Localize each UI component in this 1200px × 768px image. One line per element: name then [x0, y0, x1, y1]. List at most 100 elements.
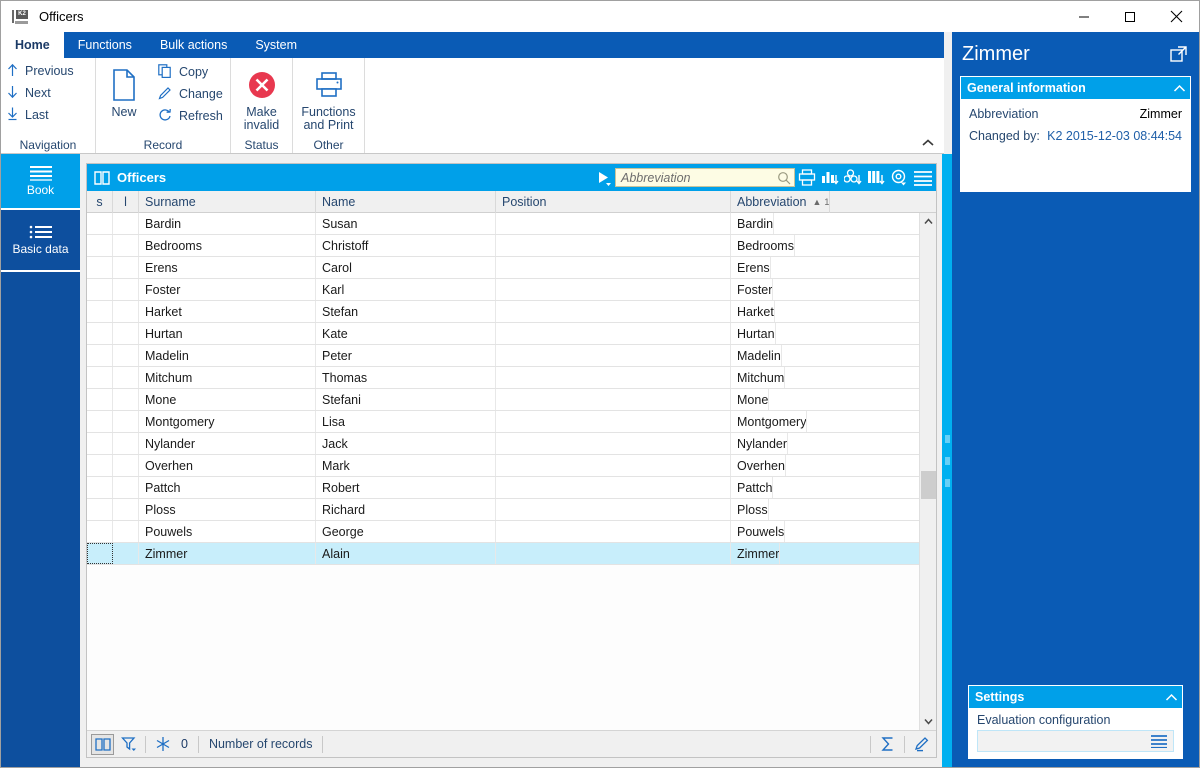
general-information-header[interactable]: General information — [961, 77, 1190, 99]
copy-button[interactable]: Copy — [152, 61, 230, 83]
table-cell-abbreviation[interactable]: Bardin — [731, 213, 775, 234]
menu-icon[interactable] — [910, 164, 936, 191]
settings-gear-icon[interactable] — [887, 164, 910, 191]
grid-vertical-scrollbar[interactable] — [919, 213, 936, 730]
table-cell-s[interactable] — [87, 279, 113, 300]
table-cell-abbreviation[interactable]: Harket — [731, 301, 775, 322]
table-row[interactable]: Madelin Peter Madelin — [87, 345, 919, 367]
pencil-edit-icon[interactable] — [909, 732, 934, 757]
table-cell-l[interactable] — [113, 411, 139, 432]
refresh-button[interactable]: Refresh — [152, 105, 230, 127]
table-cell-l[interactable] — [113, 235, 139, 256]
table-cell-abbreviation[interactable]: Mone — [731, 389, 770, 410]
table-cell-l[interactable] — [113, 455, 139, 476]
table-cell-abbreviation[interactable]: Ploss — [731, 499, 769, 520]
table-cell-surname[interactable]: Ploss — [139, 499, 316, 520]
table-cell-s[interactable] — [87, 213, 113, 234]
table-cell-s[interactable] — [87, 433, 113, 454]
open-external-icon[interactable] — [1169, 44, 1189, 64]
table-cell-l[interactable] — [113, 389, 139, 410]
minimize-button[interactable] — [1061, 1, 1107, 32]
column-header-s[interactable]: s — [87, 191, 113, 213]
table-row[interactable]: Zimmer Alain Zimmer — [87, 543, 919, 565]
table-cell-position[interactable] — [496, 257, 731, 278]
table-cell-surname[interactable]: Hurtan — [139, 323, 316, 344]
table-cell-surname[interactable]: Erens — [139, 257, 316, 278]
table-cell-position[interactable] — [496, 477, 731, 498]
table-row[interactable]: Bardin Susan Bardin — [87, 213, 919, 235]
make-invalid-button[interactable]: Make invalid — [231, 60, 292, 132]
table-cell-l[interactable] — [113, 279, 139, 300]
table-cell-surname[interactable]: Pattch — [139, 477, 316, 498]
table-cell-position[interactable] — [496, 411, 731, 432]
table-row[interactable]: Bedrooms Christoff Bedrooms — [87, 235, 919, 257]
table-cell-surname[interactable]: Pouwels — [139, 521, 316, 542]
panel-splitter[interactable] — [942, 154, 952, 767]
table-cell-s[interactable] — [87, 455, 113, 476]
table-cell-l[interactable] — [113, 499, 139, 520]
table-cell-position[interactable] — [496, 345, 731, 366]
table-row[interactable]: Montgomery Lisa Montgomery — [87, 411, 919, 433]
next-button[interactable]: Next — [1, 82, 95, 104]
table-cell-surname[interactable]: Nylander — [139, 433, 316, 454]
tab-bulk-actions[interactable]: Bulk actions — [146, 32, 241, 58]
table-row[interactable]: Erens Carol Erens — [87, 257, 919, 279]
table-row[interactable]: Overhen Mark Overhen — [87, 455, 919, 477]
chart-export-icon[interactable] — [818, 164, 841, 191]
tab-system[interactable]: System — [241, 32, 311, 58]
table-cell-name[interactable]: Peter — [316, 345, 496, 366]
table-cell-abbreviation[interactable]: Madelin — [731, 345, 782, 366]
table-cell-position[interactable] — [496, 543, 731, 564]
table-cell-abbreviation[interactable]: Pattch — [731, 477, 774, 498]
table-cell-name[interactable]: Robert — [316, 477, 496, 498]
column-header-abbreviation[interactable]: Abbreviation ▲ 1 — [731, 191, 831, 213]
table-cell-position[interactable] — [496, 455, 731, 476]
table-cell-name[interactable]: Richard — [316, 499, 496, 520]
sidebar-item-basic-data[interactable]: Basic data — [1, 210, 80, 272]
table-cell-l[interactable] — [113, 367, 139, 388]
table-cell-name[interactable]: Thomas — [316, 367, 496, 388]
table-cell-name[interactable]: Lisa — [316, 411, 496, 432]
table-cell-abbreviation[interactable]: Nylander — [731, 433, 789, 454]
change-button[interactable]: Change — [152, 83, 230, 105]
last-button[interactable]: Last — [1, 104, 95, 126]
table-cell-surname[interactable]: Bedrooms — [139, 235, 316, 256]
table-cell-name[interactable]: Christoff — [316, 235, 496, 256]
settings-header[interactable]: Settings — [969, 686, 1182, 708]
table-cell-l[interactable] — [113, 345, 139, 366]
table-cell-abbreviation[interactable]: Foster — [731, 279, 774, 300]
table-row[interactable]: Pattch Robert Pattch — [87, 477, 919, 499]
table-cell-abbreviation[interactable]: Erens — [731, 257, 771, 278]
table-row[interactable]: Mone Stefani Mone — [87, 389, 919, 411]
column-header-l[interactable]: l — [113, 191, 139, 213]
table-cell-s[interactable] — [87, 389, 113, 410]
table-cell-position[interactable] — [496, 235, 731, 256]
table-cell-abbreviation[interactable]: Overhen — [731, 455, 786, 476]
print-icon[interactable] — [795, 164, 818, 191]
table-cell-position[interactable] — [496, 367, 731, 388]
table-cell-name[interactable]: Stefani — [316, 389, 496, 410]
table-cell-surname[interactable]: Bardin — [139, 213, 316, 234]
sidebar-item-book[interactable]: Book — [1, 154, 80, 210]
table-cell-s[interactable] — [87, 257, 113, 278]
functions-and-print-button[interactable]: Functions and Print — [293, 60, 364, 132]
evaluation-configuration-input[interactable] — [977, 730, 1174, 752]
table-cell-position[interactable] — [496, 323, 731, 344]
previous-button[interactable]: Previous — [1, 60, 95, 82]
table-cell-s[interactable] — [87, 521, 113, 542]
column-header-name[interactable]: Name — [316, 191, 496, 213]
table-cell-abbreviation[interactable]: Zimmer — [731, 543, 781, 564]
table-cell-s[interactable] — [87, 235, 113, 256]
table-cell-s[interactable] — [87, 411, 113, 432]
table-cell-name[interactable]: George — [316, 521, 496, 542]
table-cell-l[interactable] — [113, 323, 139, 344]
tab-home[interactable]: Home — [1, 32, 64, 58]
table-cell-name[interactable]: Mark — [316, 455, 496, 476]
table-cell-l[interactable] — [113, 301, 139, 322]
play-arrow-icon[interactable] — [593, 170, 615, 186]
table-cell-abbreviation[interactable]: Mitchum — [731, 367, 786, 388]
columns-export-icon[interactable] — [864, 164, 887, 191]
table-row[interactable]: Harket Stefan Harket — [87, 301, 919, 323]
number-of-records-label[interactable]: Number of records — [209, 737, 313, 751]
table-cell-position[interactable] — [496, 213, 731, 234]
